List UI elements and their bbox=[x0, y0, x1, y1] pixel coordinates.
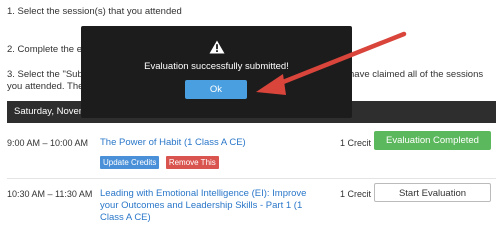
start-evaluation-button[interactable]: Start Evaluation bbox=[374, 183, 491, 202]
ok-button[interactable]: Ok bbox=[185, 80, 247, 99]
modal-message: Evaluation successfully submitted! bbox=[144, 61, 289, 72]
remove-session-button[interactable]: Remove This bbox=[165, 156, 219, 169]
evaluation-completed-button[interactable]: Evaluation Completed bbox=[374, 131, 491, 150]
session-credit: 1 Crecit bbox=[340, 189, 372, 199]
instruction-step-3-line-2: you attended. The bbox=[7, 81, 84, 92]
session-time: 9:00 AM – 10:00 AM bbox=[7, 138, 89, 148]
session-row: 9:00 AM – 10:00 AM The Power of Habit (1… bbox=[0, 128, 500, 176]
instruction-step-1: 1. Select the session(s) that you attend… bbox=[7, 6, 182, 17]
row-divider bbox=[7, 178, 496, 179]
session-credit: 1 Crecit bbox=[340, 138, 372, 148]
session-title-link[interactable]: The Power of Habit (1 Class A CE) bbox=[100, 137, 315, 149]
warning-icon bbox=[209, 40, 225, 54]
instruction-step-3-tail: have claimed all of the sessions bbox=[349, 69, 484, 80]
session-title-link[interactable]: Leading with Emotional Intelligence (EI)… bbox=[100, 188, 315, 224]
session-time: 10:30 AM – 11:30 AM bbox=[7, 189, 93, 199]
session-actions: Update Credits Remove This bbox=[100, 152, 221, 170]
instruction-step-2: 2. Complete the ev bbox=[7, 44, 87, 55]
session-row: 10:30 AM – 11:30 AM Leading with Emotion… bbox=[0, 181, 500, 241]
update-credits-button[interactable]: Update Credits bbox=[100, 156, 160, 169]
success-modal: Evaluation successfully submitted! Ok bbox=[81, 26, 352, 118]
